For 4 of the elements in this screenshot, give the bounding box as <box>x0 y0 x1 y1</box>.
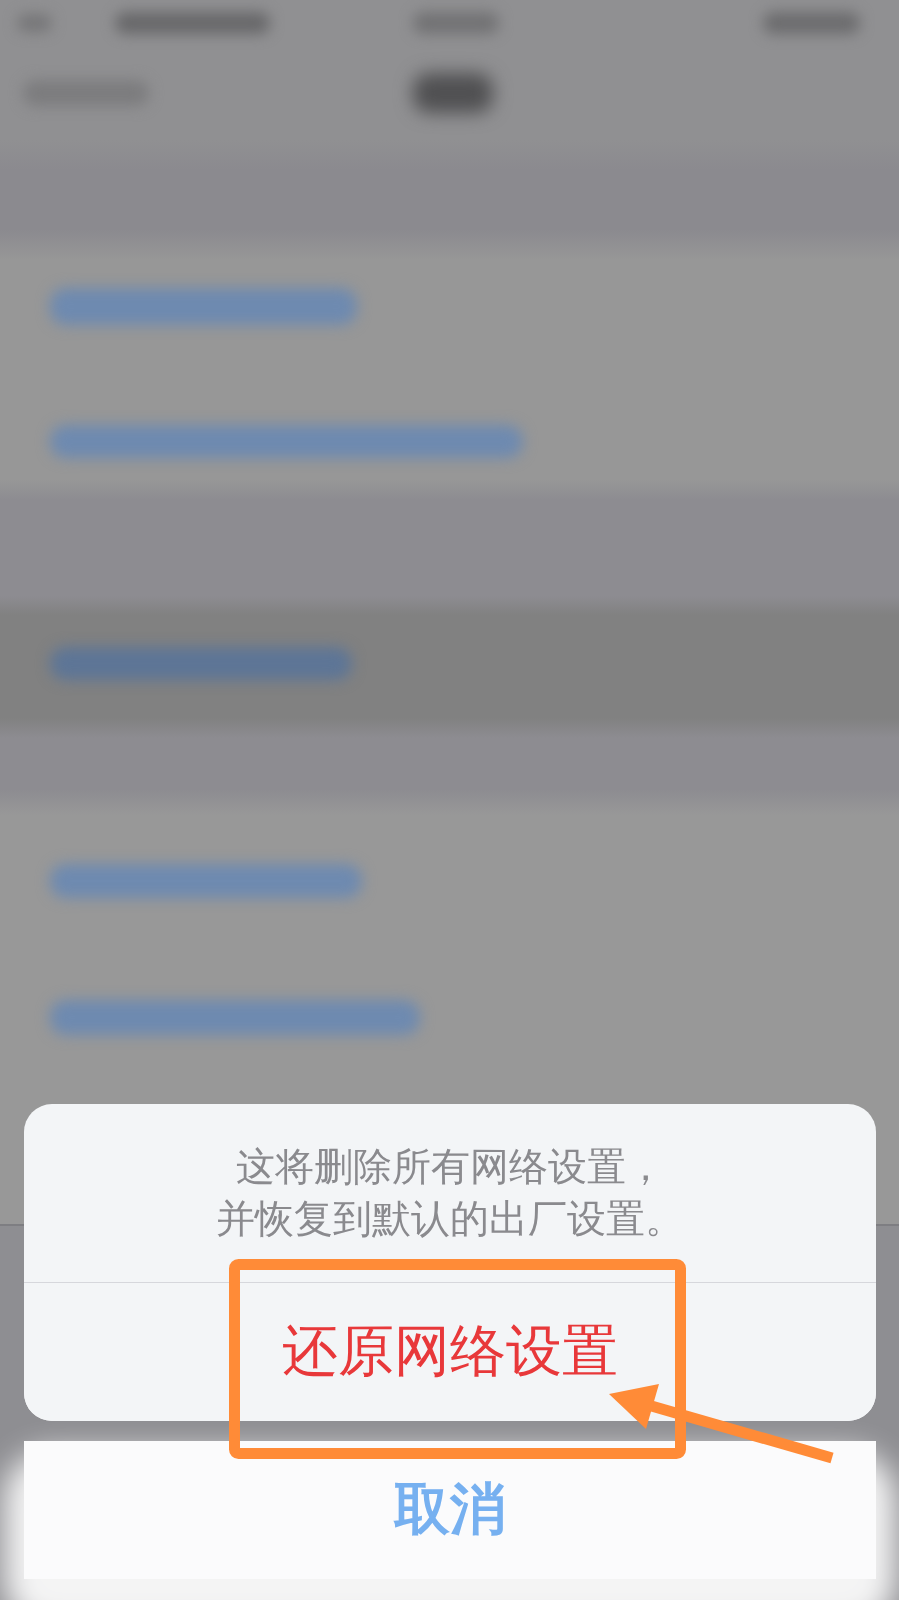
alert-message-line: 并恢复到默认的出厂设置。 <box>216 1195 684 1243</box>
alert-message-line: 这将删除所有网络设置， <box>235 1143 665 1191</box>
blurred-status-icon <box>763 12 860 34</box>
cancel-button[interactable]: 取消 <box>24 1441 876 1579</box>
